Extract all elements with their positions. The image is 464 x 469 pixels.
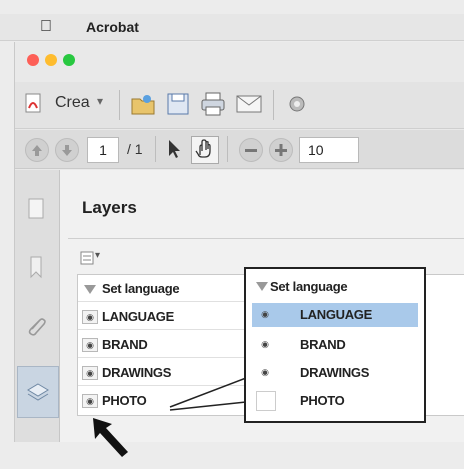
callout-group-label: Set language: [270, 279, 348, 294]
callout-layer-row: ◉ DRAWINGS: [252, 361, 418, 385]
hidden-eye-box: ◉: [256, 391, 276, 411]
callout-layer-label: DRAWINGS: [300, 365, 370, 380]
pointer-arrow-icon: [93, 418, 128, 457]
callout-layer-row-highlighted: ◉ LANGUAGE: [252, 303, 418, 327]
callout-layer-row: ◉ PHOTO: [252, 389, 418, 413]
visibility-eye-icon: ◉: [261, 309, 269, 319]
zoomed-layers-callout: Set language ◉ LANGUAGE ◉ BRAND ◉ DRAWIN…: [244, 267, 426, 423]
callout-layer-label: PHOTO: [300, 393, 345, 408]
visibility-eye-icon: ◉: [261, 339, 269, 349]
callout-group-row: Set language: [252, 275, 418, 299]
expand-triangle-icon: [256, 282, 268, 291]
callout-layer-row: ◉ BRAND: [252, 333, 418, 357]
callout-layer-label: BRAND: [300, 337, 346, 352]
visibility-eye-icon: ◉: [261, 367, 269, 377]
callout-layer-label: LANGUAGE: [300, 307, 372, 322]
